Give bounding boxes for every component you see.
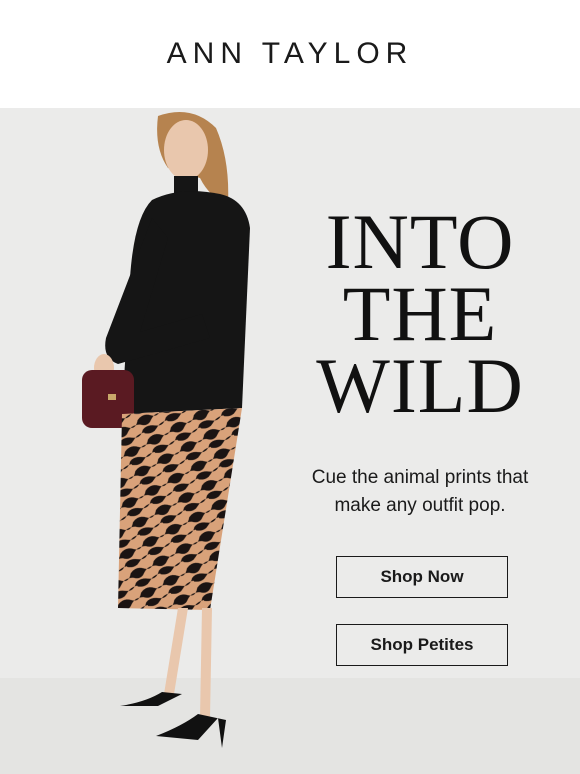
headline-line-3: WILD — [316, 342, 524, 429]
hero-headline: INTO THE WILD — [300, 198, 540, 429]
hero-subtext: Cue the animal prints that make any outf… — [311, 467, 529, 516]
brand-logo[interactable]: ANN TAYLOR — [167, 37, 414, 71]
headline-line-2: THE — [342, 270, 498, 357]
headline-line-1: INTO — [325, 198, 515, 285]
shop-now-button[interactable]: Shop Now — [336, 556, 508, 598]
hero-banner[interactable]: INTO THE WILD Cue the animal prints that… — [0, 108, 580, 774]
email-header: ANN TAYLOR — [0, 0, 580, 108]
model-image[interactable] — [60, 108, 280, 774]
shop-petites-button[interactable]: Shop Petites — [336, 624, 508, 666]
